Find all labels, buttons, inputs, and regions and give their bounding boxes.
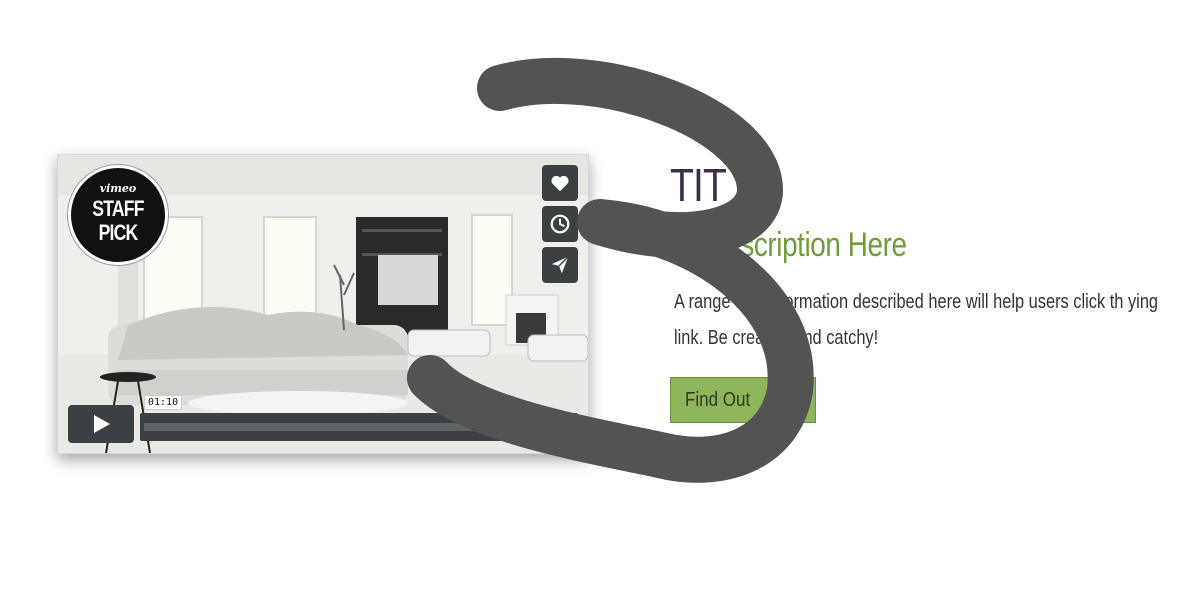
play-icon — [94, 415, 110, 433]
time-display: 01:10 — [144, 395, 183, 410]
badge-brand: vimeo — [99, 182, 137, 195]
progress-bar[interactable] — [140, 413, 578, 441]
watch-later-button[interactable] — [542, 206, 578, 242]
play-button[interactable] — [68, 405, 134, 443]
badge-line-1: STAFF — [92, 196, 144, 221]
find-out-button-label: Find Out — [685, 388, 751, 411]
video-player[interactable]: vimeo STAFF PICK 01:10 — [57, 154, 589, 454]
clock-icon — [550, 214, 570, 234]
player-controls: 01:10 — [68, 395, 578, 443]
page-title: TIT — [670, 159, 727, 211]
heart-icon — [551, 175, 569, 192]
find-out-button[interactable]: Find Out — [670, 377, 816, 423]
paper-plane-icon — [551, 256, 569, 274]
badge-line-2: PICK — [98, 220, 139, 245]
like-button[interactable] — [542, 165, 578, 201]
share-button[interactable] — [542, 247, 578, 283]
staff-pick-badge: vimeo STAFF PICK — [68, 165, 168, 265]
video-description-heading: eo Description Here — [668, 226, 907, 264]
progress-track — [144, 423, 574, 431]
description-text: A range and information described here w… — [674, 291, 1159, 349]
